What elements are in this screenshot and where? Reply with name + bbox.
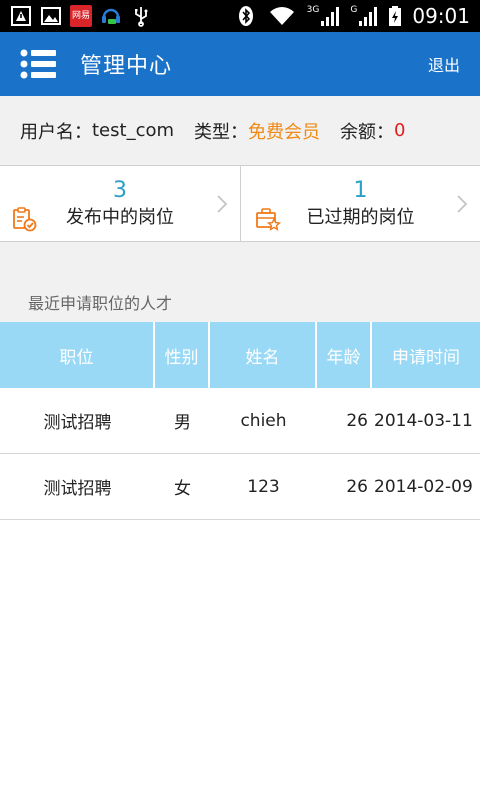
job-stats: 3 发布中的岗位 1 已过期的岗位 (0, 166, 480, 242)
battery-charging-icon (388, 5, 402, 27)
expired-jobs-label: 已过期的岗位 (306, 206, 415, 228)
menu-icon[interactable] (20, 49, 56, 79)
page-title: 管理中心 (80, 54, 173, 79)
warning-icon (10, 5, 32, 27)
username-label: 用户名： (20, 121, 92, 143)
netease-app-icon: 网易 (70, 5, 92, 27)
stat-expired-jobs[interactable]: 1 已过期的岗位 (240, 166, 480, 241)
balance-group: 余额： 0 (340, 118, 405, 144)
signal-3g-icon: 3G (307, 5, 341, 27)
clipboard-check-icon (12, 206, 38, 232)
cell-age: 26 (346, 476, 368, 497)
cell-apply-time: 2014-02-09 (374, 476, 473, 497)
member-type-group: 类型： 免费会员 (194, 118, 320, 144)
column-header-apply-time: 申请时间 (392, 347, 460, 368)
status-time: 09:01 (412, 4, 470, 28)
column-header-age: 年龄 (317, 322, 372, 388)
cell-age: 26 (346, 410, 368, 431)
headset-chat-icon (100, 5, 122, 27)
table-header: 职位 性别 姓名 年龄 申请时间 (0, 322, 480, 388)
logout-button[interactable]: 退出 (428, 52, 460, 76)
chevron-right-icon (456, 194, 468, 214)
member-type-label: 类型： (194, 121, 249, 143)
table-row[interactable]: 测试招聘 女 123 26 2014-02-09 (0, 454, 480, 520)
column-header-name: 姓名 (210, 322, 317, 388)
cell-position: 测试招聘 (43, 479, 112, 499)
stat-active-jobs[interactable]: 3 发布中的岗位 (0, 166, 240, 241)
section-title: 最近申请职位的人才 (28, 294, 173, 313)
active-jobs-label: 发布中的岗位 (66, 206, 174, 228)
briefcase-star-icon (255, 206, 282, 232)
member-type-value: 免费会员 (248, 121, 321, 143)
image-icon (40, 5, 62, 27)
username-group: 用户名： test_com (20, 118, 174, 144)
cell-apply-time: 2014-03-11 (374, 410, 473, 431)
app-bar: 管理中心 退出 (0, 32, 480, 96)
column-header-gender: 性别 (155, 322, 210, 388)
signal-g-icon: G (350, 5, 378, 27)
username-value: test_com (92, 120, 175, 141)
cell-position: 测试招聘 (43, 413, 112, 433)
wifi-icon (267, 5, 297, 27)
account-info: 用户名： test_com 类型： 免费会员 余额： 0 (0, 96, 480, 166)
balance-label: 余额： (340, 121, 395, 143)
balance-value: 0 (394, 120, 406, 141)
usb-icon (130, 5, 152, 27)
cell-gender: 女 (174, 479, 191, 499)
cell-gender: 男 (174, 413, 191, 433)
cell-name: 123 (247, 476, 280, 497)
table-row[interactable]: 测试招聘 男 chieh 26 2014-03-11 (0, 388, 480, 454)
chevron-right-icon (216, 194, 228, 214)
bluetooth-icon (235, 5, 257, 27)
applicants-table: 职位 性别 姓名 年龄 申请时间 测试招聘 男 chieh 26 2014-03… (0, 322, 480, 520)
cell-name: chieh (240, 410, 287, 431)
expired-jobs-count: 1 (353, 177, 368, 203)
active-jobs-count: 3 (113, 177, 127, 203)
column-header-position: 职位 (0, 322, 155, 388)
status-bar: 网易 3G G 09:01 (0, 0, 480, 32)
